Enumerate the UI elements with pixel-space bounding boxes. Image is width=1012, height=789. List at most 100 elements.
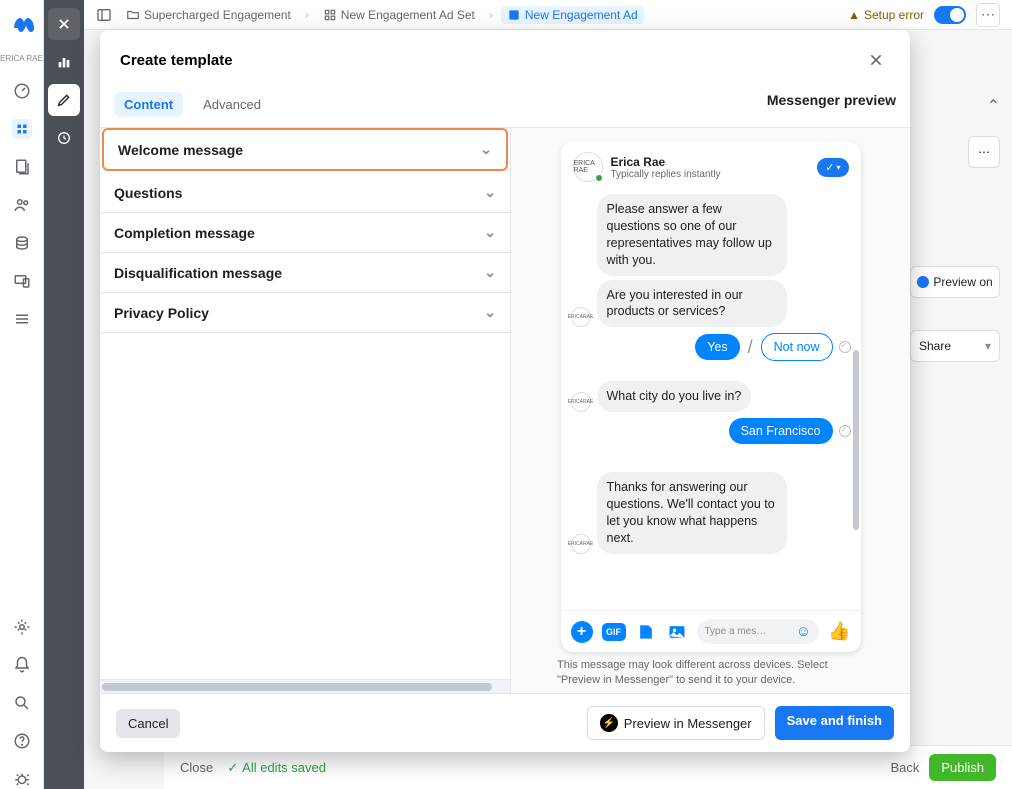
setup-error-text: Setup error — [864, 8, 924, 22]
preview-disclaimer: This message may look different across d… — [531, 652, 890, 692]
template-sections-panel: Welcome message ⌄ Questions ⌄ Completion… — [100, 128, 510, 693]
status-toggle[interactable] — [934, 6, 966, 24]
chart-tool-icon[interactable] — [48, 46, 80, 78]
section-welcome-message[interactable]: Welcome message ⌄ — [102, 128, 508, 171]
avatar-mini: ERICARAE — [571, 392, 591, 412]
gear-icon[interactable] — [12, 617, 32, 637]
avatar-mini: ERICARAE — [571, 307, 591, 327]
composer-input[interactable]: Type a mes… ☺ — [697, 619, 820, 644]
phone-preview-frame: ERICA RAE Erica Rae Typically replies in… — [561, 142, 861, 652]
gif-icon[interactable]: GIF — [602, 623, 626, 641]
incoming-message: Please answer a few questions so one of … — [597, 194, 787, 276]
panel-toggle-icon[interactable] — [96, 7, 112, 23]
section-label: Questions — [114, 185, 182, 201]
tab-content[interactable]: Content — [114, 92, 183, 117]
chat-scroll-area[interactable]: Please answer a few questions so one of … — [561, 190, 861, 610]
sticker-icon[interactable] — [635, 621, 657, 643]
preview-on-label: Preview on — [933, 275, 992, 289]
setup-error-badge[interactable]: ▲ Setup error — [848, 8, 924, 22]
section-completion-message[interactable]: Completion message ⌄ — [100, 213, 510, 253]
messenger-icon: ⚡ — [600, 714, 618, 732]
preview-in-messenger-button[interactable]: ⚡ Preview in Messenger — [587, 706, 765, 740]
preview-in-messenger-label: Preview in Messenger — [624, 716, 752, 731]
history-tool-icon[interactable] — [48, 122, 80, 154]
section-privacy-policy[interactable]: Privacy Policy ⌄ — [100, 293, 510, 333]
incoming-message: What city do you live in? — [597, 381, 752, 412]
footer-back-button[interactable]: Back — [890, 760, 919, 775]
meta-logo-icon — [10, 12, 34, 36]
create-template-modal: Create template Content Advanced Messeng… — [100, 30, 910, 752]
save-and-finish-button[interactable]: Save and finish — [775, 706, 894, 740]
expand-icon[interactable]: ⌃ — [987, 96, 1000, 116]
bell-icon[interactable] — [12, 655, 32, 675]
modal-title: Create template — [120, 52, 233, 69]
chevron-down-icon: ⌄ — [484, 184, 496, 201]
image-icon[interactable] — [666, 621, 688, 643]
preview-on-pill[interactable]: Preview on — [910, 266, 1000, 298]
global-nav-rail: ERICA RAE — [0, 0, 44, 789]
chevron-down-icon: ⌄ — [484, 304, 496, 321]
chevron-right-icon: › — [305, 8, 309, 22]
tab-advanced[interactable]: Advanced — [193, 92, 271, 117]
ad-icon — [507, 8, 521, 22]
emoji-icon[interactable]: ☺ — [796, 623, 811, 640]
breadcrumb-ad[interactable]: New Engagement Ad — [501, 6, 644, 24]
menu-icon[interactable] — [12, 309, 32, 329]
composer-placeholder: Type a mes… — [705, 626, 767, 637]
close-panel-button[interactable] — [48, 8, 80, 40]
bug-icon[interactable] — [12, 769, 32, 789]
quick-reply-notnow[interactable]: Not now — [761, 333, 833, 361]
user-reply-city: San Francisco — [729, 418, 833, 444]
section-questions[interactable]: Questions ⌄ — [100, 173, 510, 213]
chevron-down-icon: ⌄ — [484, 224, 496, 241]
devices-icon[interactable] — [12, 271, 32, 291]
breadcrumb-adset[interactable]: New Engagement Ad Set — [317, 6, 481, 24]
chevron-down-icon: ⌄ — [480, 141, 492, 158]
share-label: Share — [919, 339, 951, 353]
avatar: ERICA RAE — [573, 152, 603, 182]
section-label: Completion message — [114, 225, 255, 241]
editor-tool-rail — [44, 0, 84, 789]
verified-badge: ✓▾ — [817, 158, 848, 177]
share-button[interactable]: Share ▾ — [910, 330, 1000, 362]
coins-icon[interactable] — [12, 233, 32, 253]
vertical-scrollbar[interactable] — [853, 350, 859, 530]
plus-icon[interactable]: + — [571, 621, 593, 643]
help-icon[interactable] — [12, 731, 32, 751]
breadcrumb-ad-label: New Engagement Ad — [525, 8, 638, 22]
panel-more-button[interactable]: ⋯ — [968, 136, 1000, 168]
adset-icon — [323, 8, 337, 22]
all-edits-saved-label: All edits saved — [242, 760, 326, 775]
edit-tool-icon[interactable] — [48, 84, 80, 116]
breadcrumb-adset-label: New Engagement Ad Set — [341, 8, 475, 22]
modal-close-button[interactable] — [862, 46, 890, 74]
breadcrumb-bar: Supercharged Engagement › New Engagement… — [84, 0, 1012, 30]
chevron-down-icon: ⌄ — [484, 264, 496, 281]
publish-button[interactable]: Publish — [929, 754, 996, 781]
gauge-icon[interactable] — [12, 81, 32, 101]
breadcrumb-campaign[interactable]: Supercharged Engagement — [120, 6, 297, 24]
horizontal-scrollbar[interactable] — [100, 679, 510, 693]
delivered-icon — [839, 425, 851, 437]
search-icon[interactable] — [12, 693, 32, 713]
brand-label: ERICA RAE — [0, 54, 43, 63]
incoming-message: Thanks for answering our questions. We'l… — [597, 472, 787, 554]
thumb-up-icon[interactable]: 👍 — [828, 621, 850, 642]
cancel-button[interactable]: Cancel — [116, 709, 180, 738]
documents-icon[interactable] — [12, 157, 32, 177]
delivered-icon — [839, 341, 851, 353]
chevron-down-icon: ▾ — [985, 339, 991, 353]
section-label: Welcome message — [118, 142, 243, 158]
footer-close-button[interactable]: Close — [180, 760, 213, 775]
more-menu-button[interactable]: ⋯ — [976, 3, 1000, 27]
avatar-mini: ERICARAE — [571, 534, 591, 554]
section-label: Privacy Policy — [114, 305, 209, 321]
sender-status: Typically replies instantly — [611, 169, 721, 180]
chevron-right-icon: › — [489, 8, 493, 22]
grid-icon[interactable] — [12, 119, 32, 139]
quick-reply-yes[interactable]: Yes — [695, 334, 739, 360]
section-disqualification-message[interactable]: Disqualification message ⌄ — [100, 253, 510, 293]
people-icon[interactable] — [12, 195, 32, 215]
folder-icon — [126, 8, 140, 22]
all-edits-saved-status: ✓ All edits saved — [227, 760, 326, 776]
